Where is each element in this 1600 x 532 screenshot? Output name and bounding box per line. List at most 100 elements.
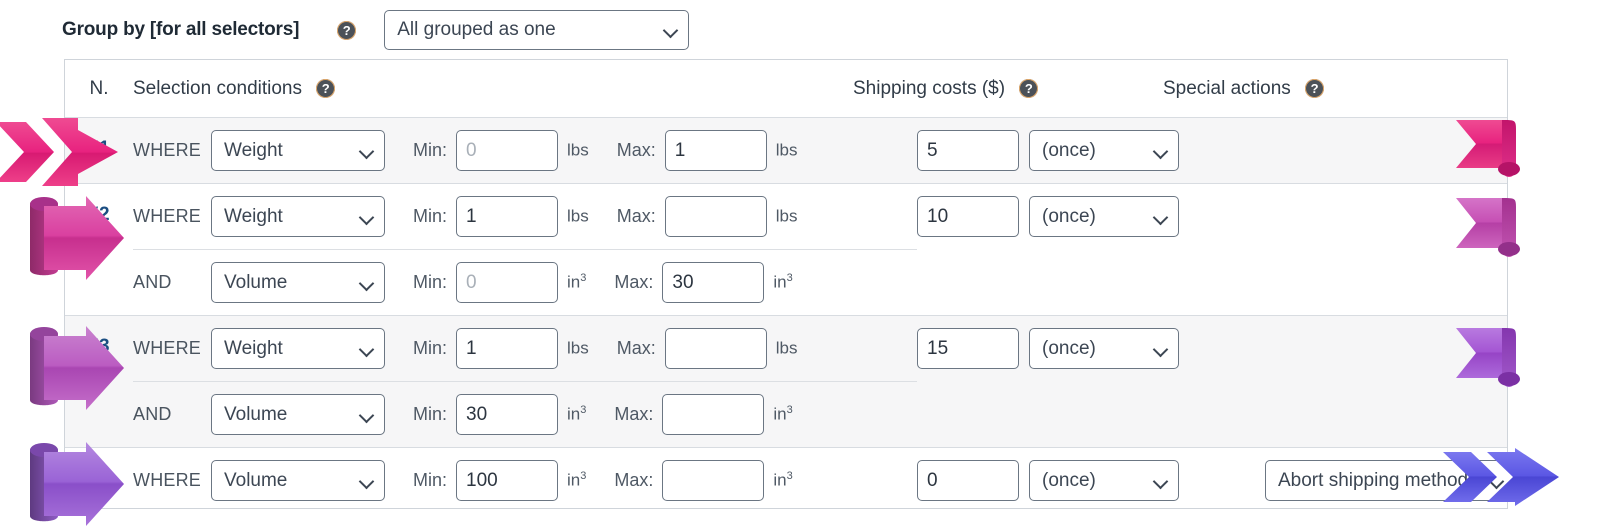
column-header-shipping-costs: Shipping costs ($) ? [853,78,1163,100]
row-conditions: WHERE Weight Min: 1 lbs Max: lbs AND Vol… [133,184,917,315]
row-conditions: WHERE Weight Min: 1 lbs Max: lbs AND Vol… [133,316,917,447]
row-special-action-group: Abort shipping method [1217,448,1515,513]
shipping-frequency-select[interactable]: (once) [1029,196,1179,237]
min-unit: lbs [567,140,589,160]
condition-field-value: Volume [224,403,288,425]
special-action-value: Abort shipping method [1278,469,1469,491]
condition-field-select[interactable]: Volume [211,394,385,435]
table-row: #2 WHERE Weight Min: 1 lbs Max: lbs AND … [65,184,1507,316]
max-unit: lbs [775,338,798,358]
group-by-bar: Group by [for all selectors] ? All group… [0,0,1600,60]
min-input[interactable]: 1 [456,328,559,369]
condition-min-group: Min: 100 in3 [385,460,586,501]
shipping-cost-input[interactable]: 15 [917,328,1019,369]
shipping-cost-input[interactable]: 10 [917,196,1019,237]
condition-field-select[interactable]: Weight [211,196,385,237]
max-input[interactable] [664,196,767,237]
min-label: Min: [413,206,448,226]
condition-field-select[interactable]: Volume [211,460,385,501]
shipping-frequency-select[interactable]: (once) [1029,130,1179,171]
max-input[interactable]: 1 [664,130,767,171]
min-label: Min: [413,404,448,424]
shipping-frequency-select[interactable]: (once) [1029,460,1179,501]
chevron-down-icon [1154,144,1168,158]
chevron-down-icon [360,276,374,290]
condition-keyword: WHERE [133,470,201,490]
min-unit: in3 [567,404,587,424]
chevron-down-icon [360,342,374,356]
max-label: Max: [614,272,654,292]
condition-line: AND Volume Min: 0 in3 Max: 30 in3 [133,249,917,315]
min-unit: lbs [567,206,589,226]
max-label: Max: [616,140,656,160]
min-input[interactable]: 1 [456,196,559,237]
condition-keyword: AND [133,272,172,292]
max-label: Max: [614,470,654,490]
condition-line: AND Volume Min: 30 in3 Max: in3 [133,381,917,447]
column-header-special-actions: Special actions ? [1163,78,1507,100]
min-label: Min: [413,470,448,490]
condition-max-group: Max: 30 in3 [586,262,793,303]
condition-field-value: Weight [224,139,283,161]
condition-min-group: Min: 30 in3 [385,394,586,435]
condition-max-group: Max: lbs [589,328,798,369]
max-label: Max: [616,338,656,358]
special-action-select[interactable]: Abort shipping method [1265,460,1515,501]
max-input[interactable] [662,394,765,435]
condition-field-value: Weight [224,337,283,359]
chevron-down-icon [360,474,374,488]
min-unit: lbs [567,338,589,358]
help-icon[interactable]: ? [337,20,357,40]
shipping-cost-input[interactable]: 0 [917,460,1019,501]
row-special-action-group [1217,184,1507,315]
condition-max-group: Max: in3 [586,460,793,501]
table-row: #4 WHERE Volume Min: 100 in3 Max: in3 0 … [65,448,1515,513]
chevron-down-icon [1154,210,1168,224]
group-by-label: Group by [for all selectors] [62,19,300,40]
max-unit: lbs [775,206,798,226]
max-unit: lbs [775,140,798,160]
condition-line: WHERE Weight Min: 0 lbs Max: 1 lbs [133,118,917,183]
condition-field-value: Volume [224,271,288,293]
group-by-select[interactable]: All grouped as one [384,10,690,50]
chevron-down-icon [1154,342,1168,356]
min-input[interactable]: 0 [456,262,559,303]
shipping-frequency-select[interactable]: (once) [1029,328,1179,369]
min-input[interactable]: 30 [456,394,559,435]
condition-field-select[interactable]: Weight [211,328,385,369]
chevron-down-icon [360,144,374,158]
max-unit: in3 [773,470,793,490]
chevron-down-icon [360,408,374,422]
column-header-special-actions-label: Special actions [1163,77,1291,99]
shipping-frequency-value: (once) [1042,469,1096,491]
min-input[interactable]: 0 [456,130,559,171]
max-input[interactable] [664,328,767,369]
help-icon[interactable]: ? [316,78,336,98]
column-header-shipping-costs-label: Shipping costs ($) [853,77,1006,99]
min-input[interactable]: 100 [456,460,559,501]
max-unit: in3 [773,404,793,424]
condition-line: WHERE Weight Min: 1 lbs Max: lbs [133,316,917,381]
column-header-selection-conditions: Selection conditions ? [133,78,853,100]
condition-line: WHERE Volume Min: 100 in3 Max: in3 [133,448,917,513]
shipping-rules-table: N. Selection conditions ? Shipping costs… [64,59,1515,509]
max-input[interactable]: 30 [662,262,765,303]
help-icon[interactable]: ? [1019,78,1039,98]
max-input[interactable] [662,460,765,501]
shipping-cost-input[interactable]: 5 [917,130,1019,171]
shipping-frequency-value: (once) [1042,139,1096,161]
help-icon[interactable]: ? [1305,78,1325,98]
condition-min-group: Min: 1 lbs [385,196,589,237]
condition-field-select[interactable]: Volume [211,262,385,303]
condition-keyword: AND [133,404,172,424]
table-row: #1 WHERE Weight Min: 0 lbs Max: 1 lbs 5 … [65,118,1507,184]
max-label: Max: [616,206,656,226]
chevron-down-icon [664,23,678,37]
row-number: #1 [88,138,110,159]
row-number: #4 [88,468,110,489]
condition-field-select[interactable]: Weight [211,130,385,171]
condition-min-group: Min: 0 lbs [385,130,589,171]
condition-min-group: Min: 0 in3 [385,262,586,303]
condition-field-value: Weight [224,205,283,227]
row-conditions: WHERE Volume Min: 100 in3 Max: in3 [133,448,917,513]
